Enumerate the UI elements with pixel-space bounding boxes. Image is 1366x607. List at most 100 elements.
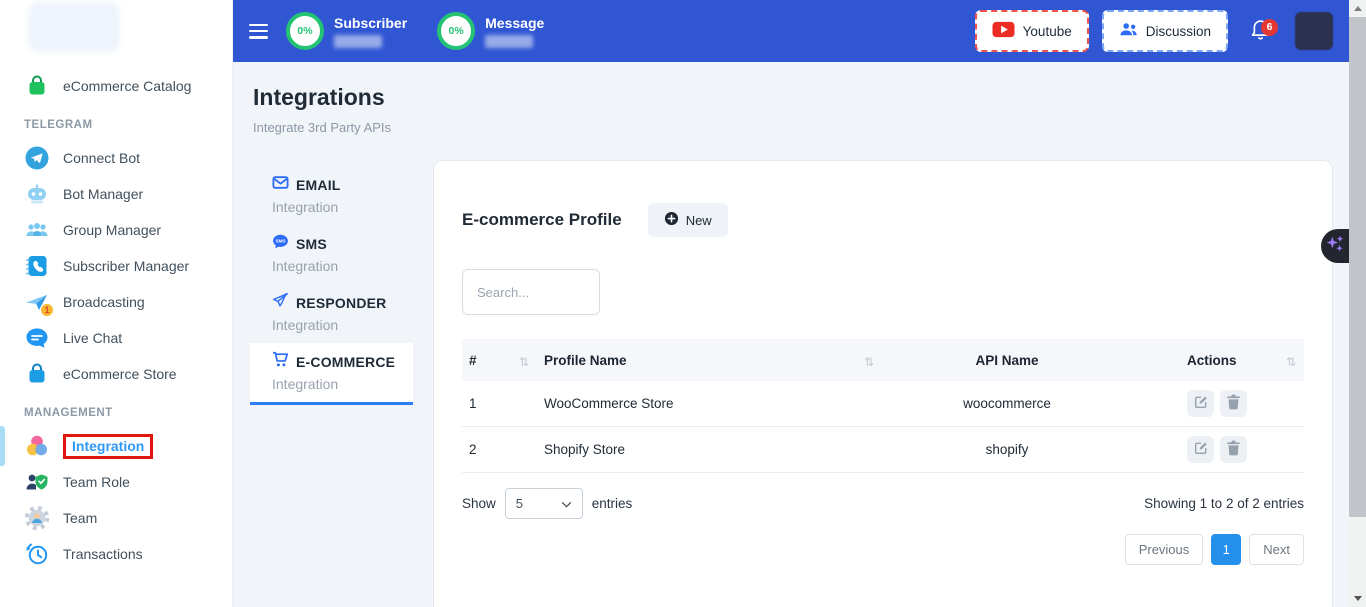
sidebar-item-label: Group Manager xyxy=(63,222,161,238)
tab-title: RESPONDER xyxy=(296,295,386,311)
sidebar-item-label: Live Chat xyxy=(63,330,122,346)
trash-icon xyxy=(1226,394,1241,413)
tab-title: EMAIL xyxy=(296,177,341,193)
telegram-plane-icon xyxy=(24,145,50,171)
pagination: Previous 1 Next xyxy=(462,534,1304,565)
delete-button[interactable] xyxy=(1220,436,1247,463)
page-size-select[interactable]: 5 xyxy=(505,488,583,519)
entries-label: entries xyxy=(592,496,633,511)
api-name: shopify xyxy=(882,442,1132,457)
chevron-down-icon xyxy=(561,496,572,511)
integration-tabs: EMAIL Integration SMS SMS Integration xyxy=(250,166,413,405)
edit-pencil-icon xyxy=(1193,440,1209,459)
column-header-profile-name[interactable]: Profile Name ⇅ xyxy=(537,351,882,369)
shopping-bag-green-icon xyxy=(24,73,50,99)
column-header-actions[interactable]: Actions ⇅ xyxy=(1132,351,1304,369)
chat-bubble-icon xyxy=(24,325,50,351)
subscriber-stat-label: Subscriber xyxy=(334,15,407,31)
previous-page-button[interactable]: Previous xyxy=(1125,534,1204,565)
ecommerce-profile-card: E-commerce Profile New # ⇅ Profile Name … xyxy=(433,160,1333,607)
tab-title: SMS xyxy=(296,236,327,252)
current-page-button[interactable]: 1 xyxy=(1211,534,1241,565)
new-profile-button[interactable]: New xyxy=(648,203,728,237)
ai-assistant-button[interactable] xyxy=(1321,229,1349,263)
sidebar-item-ecommerce-store[interactable]: eCommerce Store xyxy=(24,356,222,392)
edit-button[interactable] xyxy=(1187,390,1214,417)
sidebar: eCommerce Catalog TELEGRAM Connect Bot B… xyxy=(0,0,233,607)
sidebar-item-group-manager[interactable]: Group Manager xyxy=(24,212,222,248)
column-header-api-name[interactable]: API Name xyxy=(882,353,1132,368)
shopping-bag-blue-icon xyxy=(24,361,50,387)
hamburger-menu-icon[interactable] xyxy=(249,24,268,39)
entries-summary: Showing 1 to 2 of 2 entries xyxy=(1144,496,1304,511)
user-avatar[interactable] xyxy=(1295,12,1333,50)
section-title-management: MANAGEMENT xyxy=(24,407,222,419)
discussion-button[interactable]: Discussion xyxy=(1102,10,1228,52)
api-name: woocommerce xyxy=(882,396,1132,411)
message-stat: 0% Message xyxy=(437,12,544,50)
next-page-button[interactable]: Next xyxy=(1249,534,1304,565)
scrollbar-down-arrow[interactable] xyxy=(1349,590,1366,607)
sidebar-item-subscriber-manager[interactable]: Subscriber Manager xyxy=(24,248,222,284)
contact-book-phone-icon xyxy=(24,253,50,279)
discussion-button-label: Discussion xyxy=(1146,24,1211,39)
sparkles-icon xyxy=(1326,234,1344,259)
delete-button[interactable] xyxy=(1220,390,1247,417)
card-title: E-commerce Profile xyxy=(462,210,622,230)
page-subtitle: Integrate 3rd Party APIs xyxy=(253,120,391,135)
broadcast-plane-icon: 1 xyxy=(24,289,50,315)
sidebar-item-bot-manager[interactable]: Bot Manager xyxy=(24,176,222,212)
search-input[interactable] xyxy=(462,269,600,315)
notification-bell[interactable]: 6 xyxy=(1250,17,1271,46)
profile-name: WooCommerce Store xyxy=(537,396,882,411)
user-group-icon xyxy=(24,217,50,243)
message-count-blurred xyxy=(485,35,533,48)
page-size-value: 5 xyxy=(516,496,523,511)
sidebar-item-broadcasting[interactable]: 1 Broadcasting xyxy=(24,284,222,320)
sidebar-item-live-chat[interactable]: Live Chat xyxy=(24,320,222,356)
annotation-red-box: Integration xyxy=(63,434,153,459)
tab-responder-integration[interactable]: RESPONDER Integration xyxy=(250,284,413,343)
paper-plane-icon xyxy=(272,292,289,314)
sidebar-item-integration[interactable]: Integration xyxy=(24,428,222,464)
edit-pencil-icon xyxy=(1193,394,1209,413)
shopping-cart-icon xyxy=(272,351,289,373)
integration-circles-icon xyxy=(24,433,50,459)
scrollbar-thumb[interactable] xyxy=(1349,17,1366,517)
sort-icon: ⇅ xyxy=(1286,355,1296,369)
sidebar-item-ecommerce-catalog[interactable]: eCommerce Catalog xyxy=(24,68,222,104)
app-screen: eCommerce Catalog TELEGRAM Connect Bot B… xyxy=(0,0,1366,607)
broadcast-count-badge: 1 xyxy=(40,303,54,317)
tab-ecommerce-integration[interactable]: E-COMMERCE Integration xyxy=(250,343,413,405)
section-title-telegram: TELEGRAM xyxy=(24,119,222,131)
youtube-button-label: Youtube xyxy=(1023,24,1072,39)
table-row: 2 Shopify Store shopify xyxy=(462,427,1304,473)
column-header-num[interactable]: # ⇅ xyxy=(462,351,537,369)
users-icon xyxy=(1119,21,1138,41)
robot-icon xyxy=(24,181,50,207)
edit-button[interactable] xyxy=(1187,436,1214,463)
show-label: Show xyxy=(462,496,496,511)
app-logo xyxy=(28,2,120,52)
sidebar-item-team-role[interactable]: Team Role xyxy=(24,464,222,500)
table-header-row: # ⇅ Profile Name ⇅ API Name Actions ⇅ xyxy=(462,339,1304,381)
user-shield-icon xyxy=(24,469,50,495)
sidebar-item-team[interactable]: Team xyxy=(24,500,222,536)
sidebar-item-connect-bot[interactable]: Connect Bot xyxy=(24,140,222,176)
active-item-indicator xyxy=(0,426,5,466)
table-row: 1 WooCommerce Store woocommerce xyxy=(462,381,1304,427)
clock-history-icon xyxy=(24,541,50,567)
svg-text:SMS: SMS xyxy=(276,239,286,244)
sidebar-item-transactions[interactable]: Transactions xyxy=(24,536,222,572)
youtube-button[interactable]: Youtube xyxy=(975,10,1089,52)
sidebar-item-label: Bot Manager xyxy=(63,186,143,202)
message-progress-ring: 0% xyxy=(437,12,475,50)
notification-count-badge: 6 xyxy=(1261,19,1278,36)
tab-subtitle: Integration xyxy=(272,199,413,215)
sort-icon: ⇅ xyxy=(864,355,874,369)
sidebar-item-label: Transactions xyxy=(63,546,143,562)
tab-email-integration[interactable]: EMAIL Integration xyxy=(250,166,413,225)
vertical-scrollbar xyxy=(1349,0,1366,607)
scrollbar-up-arrow[interactable] xyxy=(1349,0,1366,17)
tab-sms-integration[interactable]: SMS SMS Integration xyxy=(250,225,413,284)
